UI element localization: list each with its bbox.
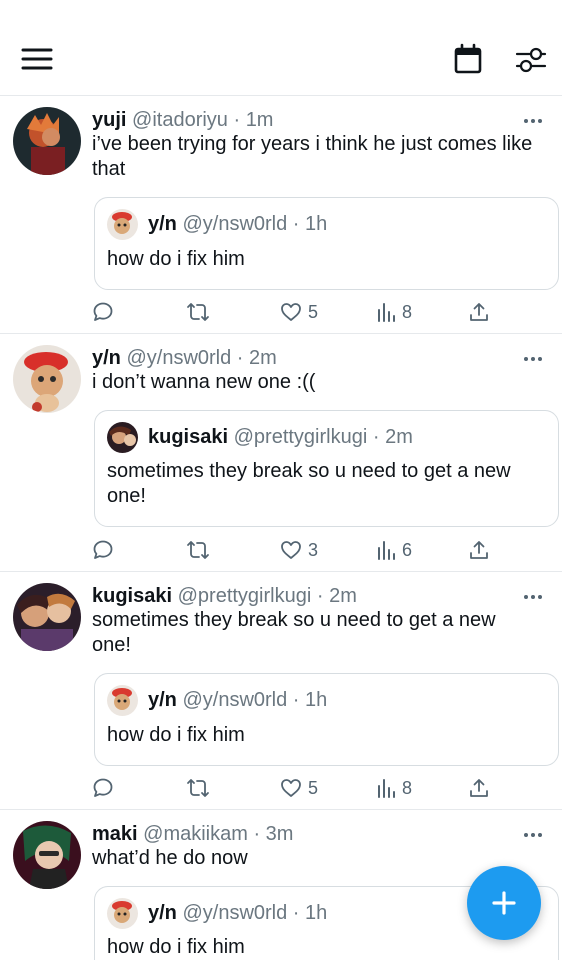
tweet-text: sometimes they break so u need to get a … [92, 609, 496, 656]
quoted-header: y/n @y/nsw0rld · 1h [148, 901, 327, 925]
quoted-tweet[interactable]: y/n @y/nsw0rld · 1h how do i fix him [94, 197, 559, 290]
quoted-handle-time: @prettygirlkugi · 2m [233, 426, 413, 448]
quoted-header: kugisaki @prettygirlkugi · 2m [148, 425, 413, 449]
like-count: 5 [308, 301, 319, 322]
tweet-text: i’ve been trying for years i think he ju… [92, 133, 533, 180]
tweet-header: y/n @y/nsw0rld · 2m [92, 346, 502, 370]
tweet-text: i don’t wanna new one :(( [92, 371, 316, 393]
share-icon [468, 539, 490, 561]
view-count: 8 [402, 301, 413, 322]
quoted-handle-time: @y/nsw0rld · 1h [182, 213, 328, 235]
tweet[interactable]: kugisaki @prettygirlkugi · 2m sometimes … [0, 572, 562, 810]
like-count: 5 [308, 777, 319, 798]
share-icon [468, 301, 490, 323]
author-name[interactable]: kugisaki [92, 585, 172, 607]
view-count: 8 [402, 777, 413, 798]
reply-button[interactable] [92, 300, 114, 324]
tweet-actions: 5 8 [0, 300, 562, 324]
tweet-actions: 5 8 [0, 776, 562, 800]
avatar[interactable] [13, 345, 81, 413]
retweet-button[interactable] [186, 538, 210, 562]
quoted-header: y/n @y/nsw0rld · 1h [148, 688, 327, 712]
reply-button[interactable] [92, 776, 114, 800]
author-name[interactable]: maki [92, 823, 138, 845]
views-button[interactable]: 6 [376, 538, 412, 562]
views-icon [376, 302, 396, 322]
quoted-avatar [107, 209, 138, 240]
retweet-button[interactable] [186, 776, 210, 800]
author-handle-time: @itadoriyu · 1m [132, 109, 274, 131]
quoted-tweet[interactable]: kugisaki @prettygirlkugi · 2m sometimes … [94, 410, 559, 527]
like-button[interactable]: 3 [280, 538, 318, 562]
share-button[interactable] [468, 538, 490, 562]
like-count: 3 [308, 539, 319, 560]
avatar[interactable] [13, 583, 81, 651]
views-button[interactable]: 8 [376, 300, 412, 324]
retweet-button[interactable] [186, 300, 210, 324]
more-options-icon[interactable] [521, 352, 545, 366]
views-button[interactable]: 8 [376, 776, 412, 800]
quoted-tweet[interactable]: y/n @y/nsw0rld · 1h how do i fix him [94, 673, 559, 766]
tweet[interactable]: yuji @itadoriyu · 1m i’ve been trying fo… [0, 96, 562, 334]
calendar-icon[interactable] [453, 43, 483, 75]
quoted-text: how do i fix him [107, 936, 245, 958]
reply-icon [92, 301, 114, 323]
tweet-header: kugisaki @prettygirlkugi · 2m [92, 584, 502, 608]
quoted-header: y/n @y/nsw0rld · 1h [148, 212, 327, 236]
quoted-avatar [107, 685, 138, 716]
top-app-bar [0, 0, 562, 96]
author-handle-time: @makiikam · 3m [143, 823, 294, 845]
share-button[interactable] [468, 776, 490, 800]
plus-icon [492, 891, 516, 915]
quoted-text: sometimes they break so u need to get a … [107, 460, 511, 507]
tweet-actions: 3 6 [0, 538, 562, 562]
avatar[interactable] [13, 107, 81, 175]
tweet[interactable]: y/n @y/nsw0rld · 2m i don’t wanna new on… [0, 334, 562, 572]
reply-icon [92, 539, 114, 561]
quoted-author-name: kugisaki [148, 426, 229, 448]
quoted-author-name: y/n [148, 213, 177, 235]
quoted-handle-time: @y/nsw0rld · 1h [182, 902, 328, 924]
heart-icon [280, 539, 302, 561]
tweet-header: yuji @itadoriyu · 1m [92, 108, 502, 132]
like-button[interactable]: 5 [280, 776, 318, 800]
quoted-avatar [107, 898, 138, 929]
filter-icon[interactable] [514, 44, 548, 74]
author-handle-time: @y/nsw0rld · 2m [126, 347, 277, 369]
quoted-author-name: y/n [148, 902, 177, 924]
author-name[interactable]: yuji [92, 109, 126, 131]
reply-icon [92, 777, 114, 799]
author-handle-time: @prettygirlkugi · 2m [177, 585, 357, 607]
quoted-text: how do i fix him [107, 724, 245, 746]
menu-icon[interactable] [20, 46, 54, 72]
quoted-handle-time: @y/nsw0rld · 1h [182, 689, 328, 711]
more-options-icon[interactable] [521, 828, 545, 842]
avatar[interactable] [13, 821, 81, 889]
quoted-avatar [107, 422, 138, 453]
tweet-header: maki @makiikam · 3m [92, 822, 502, 846]
like-button[interactable]: 5 [280, 300, 318, 324]
quoted-author-name: y/n [148, 689, 177, 711]
more-options-icon[interactable] [521, 590, 545, 604]
heart-icon [280, 777, 302, 799]
author-name[interactable]: y/n [92, 347, 121, 369]
heart-icon [280, 301, 302, 323]
views-icon [376, 540, 396, 560]
retweet-icon [186, 301, 210, 323]
retweet-icon [186, 539, 210, 561]
more-options-icon[interactable] [521, 114, 545, 128]
compose-tweet-button[interactable] [467, 866, 541, 940]
view-count: 6 [402, 539, 413, 560]
views-icon [376, 778, 396, 798]
share-icon [468, 777, 490, 799]
share-button[interactable] [468, 300, 490, 324]
reply-button[interactable] [92, 538, 114, 562]
retweet-icon [186, 777, 210, 799]
quoted-text: how do i fix him [107, 248, 245, 270]
